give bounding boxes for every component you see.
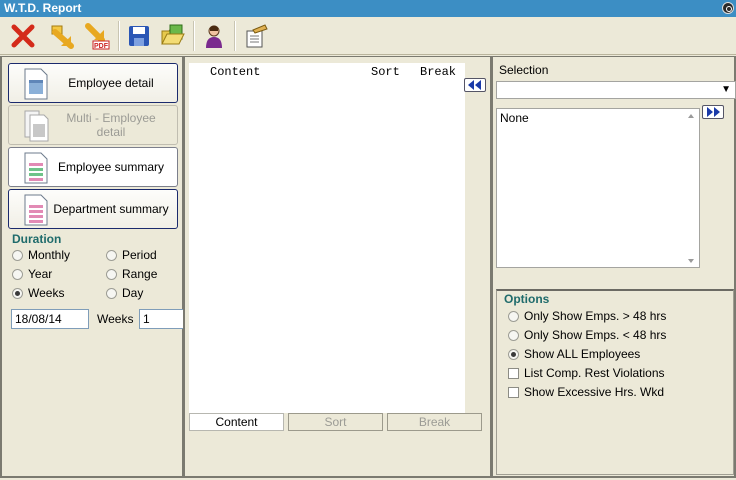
properties-icon[interactable] — [240, 21, 270, 51]
all-employees-label: Show ALL Employees — [524, 347, 641, 361]
options-title: Options — [504, 292, 550, 306]
monthly-label: Monthly — [28, 248, 71, 262]
excessive-hours-label: Show Excessive Hrs. Wkd — [524, 385, 665, 399]
selection-label: Selection — [499, 63, 549, 77]
list-item[interactable]: None — [500, 111, 529, 125]
listbox-scrollbar[interactable] — [683, 109, 699, 267]
window-close-icon[interactable] — [722, 2, 734, 14]
user-icon[interactable] — [199, 21, 229, 51]
rest-violations-checkbox[interactable]: List Comp. Rest Violations — [508, 366, 665, 380]
title-bar: W.T.D. Report — [0, 0, 736, 17]
open-folder-icon[interactable] — [158, 21, 188, 51]
columns-panel: Content Sort Break Content Sort Break — [183, 56, 492, 478]
options-group: Options Only Show Emps. > 48 hrs Only Sh… — [496, 289, 734, 475]
employee-summary-button[interactable]: Employee summary — [8, 147, 178, 187]
over-48-label: Only Show Emps. > 48 hrs — [524, 309, 667, 323]
department-document-icon — [24, 194, 48, 226]
range-radio[interactable]: Range — [106, 267, 157, 281]
day-radio[interactable]: Day — [106, 286, 143, 300]
export-pdf-icon[interactable]: PDF — [83, 21, 113, 51]
employee-detail-label: Employee detail — [68, 76, 154, 90]
all-employees-radio[interactable]: Show ALL Employees — [508, 347, 640, 361]
pdf-badge-text: PDF — [94, 43, 109, 50]
excessive-hours-checkbox[interactable]: Show Excessive Hrs. Wkd — [508, 385, 664, 399]
content-column-header[interactable]: Content — [210, 65, 260, 79]
weeks-field-label: Weeks — [97, 312, 134, 326]
break-tab[interactable]: Break — [387, 413, 482, 431]
multi-document-icon — [24, 110, 49, 142]
year-radio[interactable]: Year — [12, 267, 52, 281]
content-tab[interactable]: Content — [189, 413, 284, 431]
employee-detail-button[interactable]: Employee detail — [8, 63, 178, 103]
department-summary-label: Department summary — [53, 202, 169, 216]
multi-employee-detail-button[interactable]: Multi - Employee detail — [8, 105, 178, 145]
range-label: Range — [122, 267, 158, 281]
department-summary-button[interactable]: Department summary — [8, 189, 178, 229]
multi-employee-detail-label: Multi - Employee detail — [66, 111, 156, 139]
weeks-count-field[interactable]: 1 — [139, 309, 185, 329]
export-icon[interactable] — [48, 21, 78, 51]
double-right-arrow-icon — [707, 107, 720, 117]
document-icon — [24, 68, 48, 100]
weeks-radio[interactable]: Weeks — [12, 286, 64, 300]
monthly-radio[interactable]: Monthly — [12, 248, 70, 262]
over-48-radio[interactable]: Only Show Emps. > 48 hrs — [508, 309, 666, 323]
report-type-panel: Employee detail Multi - Employee detail … — [0, 56, 185, 478]
rest-violations-label: List Comp. Rest Violations — [524, 366, 665, 380]
move-right-button[interactable] — [702, 105, 724, 119]
weeks-radio-label: Weeks — [28, 286, 65, 300]
year-label: Year — [28, 267, 53, 281]
start-date-field[interactable]: 18/08/14 — [11, 309, 89, 329]
window-title: W.T.D. Report — [4, 1, 82, 15]
selection-panel: Selection ▼ None Options Only Show Emps.… — [491, 56, 736, 478]
close-report-icon[interactable] — [8, 21, 38, 51]
dropdown-arrow-icon[interactable]: ▼ — [721, 84, 731, 95]
period-label: Period — [122, 248, 157, 262]
period-radio[interactable]: Period — [106, 248, 157, 262]
selection-dropdown[interactable]: ▼ — [496, 81, 736, 99]
move-left-button[interactable] — [464, 78, 486, 92]
columns-listview[interactable]: Content Sort Break — [189, 63, 465, 413]
under-48-label: Only Show Emps. < 48 hrs — [524, 328, 667, 342]
break-column-header[interactable]: Break — [420, 65, 456, 79]
day-label: Day — [122, 286, 144, 300]
employee-summary-label: Employee summary — [57, 160, 165, 174]
sort-tab[interactable]: Sort — [288, 413, 383, 431]
save-icon[interactable] — [124, 21, 154, 51]
under-48-radio[interactable]: Only Show Emps. < 48 hrs — [508, 328, 666, 342]
selection-listbox[interactable]: None — [496, 108, 700, 268]
toolbar: PDF — [0, 17, 736, 55]
double-left-arrow-icon — [468, 80, 481, 90]
summary-document-icon — [24, 152, 48, 184]
sort-column-header[interactable]: Sort — [371, 65, 400, 79]
duration-title: Duration — [12, 232, 62, 246]
